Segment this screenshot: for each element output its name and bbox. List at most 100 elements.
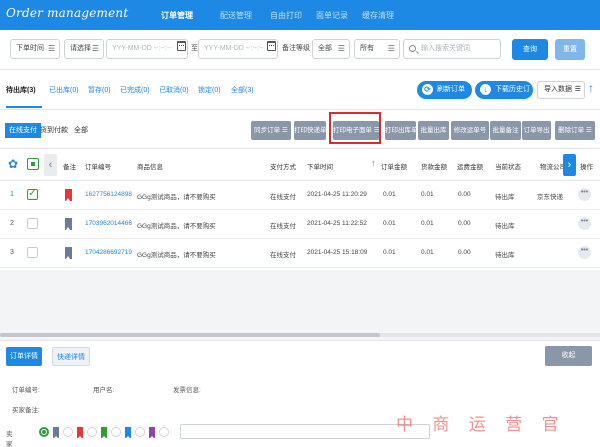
search-input[interactable]: 输入搜索关键词 <box>403 39 501 59</box>
row-checkbox[interactable]: ✓ <box>27 189 38 200</box>
menu-icon: ☰ <box>337 44 345 53</box>
start-date-input[interactable]: YYY-MM-DD --:--:-- <box>106 39 188 59</box>
calendar-icon[interactable] <box>267 41 276 51</box>
tab-completed[interactable]: 已完成(0) <box>120 85 150 95</box>
nav-tab-cache-clear[interactable]: 缓存清理 <box>362 10 394 21</box>
current-status: 待出库 <box>495 194 515 201</box>
flag-icon[interactable] <box>65 218 72 230</box>
product-info: GGg测试商品，请不要购买 <box>137 194 216 201</box>
time-type-select-label: 请选择 <box>70 45 91 52</box>
table-row[interactable]: 3 1704286692719 GGg测试商品，请不要购买 在线支付 2021-… <box>0 239 600 268</box>
export-orders-button[interactable]: 订单导出 <box>522 121 551 140</box>
col-goods-amount: 货款金额 <box>421 164 447 171</box>
orders-table: ✿ ‹ 备注 订单编号 商品信息 支付方式 下单时间 ↑ 订单金额 货款金额 运… <box>0 148 600 270</box>
import-data-select[interactable]: 导入数据 ☰ <box>537 81 585 99</box>
scrollbar-thumb[interactable] <box>0 333 380 337</box>
end-date-input[interactable]: YYY-MM-DD --:--:-- <box>198 39 278 59</box>
collapse-button[interactable]: 收起 <box>545 346 592 366</box>
tab-courier-detail[interactable]: 快递详情 <box>52 347 90 366</box>
more-icon[interactable]: ••• <box>578 188 591 201</box>
more-icon[interactable]: ••• <box>578 217 591 230</box>
app-brand: Order management <box>6 6 129 20</box>
order-number-link[interactable]: 1627756124898 <box>85 191 132 198</box>
tab-online-payment[interactable]: 在线支付 <box>5 123 41 138</box>
menu-icon: ☰ <box>574 86 581 93</box>
order-number-link[interactable]: 1703962014466 <box>85 220 132 227</box>
order-time-select-label: 下单时间 <box>16 45 44 52</box>
tab-on-hold[interactable]: 暂存(0) <box>88 85 111 95</box>
reset-button[interactable]: 重置 <box>555 39 585 60</box>
tab-order-detail[interactable]: 订单详情 <box>6 347 42 366</box>
batch-remark-button[interactable]: 批量备注 <box>490 121 521 140</box>
refresh-orders-button[interactable]: ⟳ 刷新订单 <box>417 81 472 99</box>
row-checkbox[interactable] <box>27 218 38 229</box>
search-icon <box>409 45 416 52</box>
download-history-label: 下载历史订单 <box>495 86 530 111</box>
flag-radio-blue[interactable] <box>111 427 121 437</box>
scroll-right-button[interactable]: › <box>563 154 576 176</box>
payment-method: 在线支付 <box>270 252 296 259</box>
flag-icon[interactable] <box>65 189 72 201</box>
tab-cancelled[interactable]: 已取消(0) <box>159 85 189 95</box>
gear-icon[interactable]: ✿ <box>8 158 20 170</box>
sort-arrow-icon[interactable]: ↑ <box>371 158 376 168</box>
flag-radio-green[interactable] <box>87 427 97 437</box>
flag-radio-red[interactable] <box>63 427 73 437</box>
remark-level-select[interactable]: 全部 ☰ <box>312 39 350 59</box>
calendar-icon[interactable] <box>177 41 186 51</box>
remark-level-label: 备注等级 <box>282 45 310 52</box>
row-number: 1 <box>10 191 14 198</box>
col-payment-method: 支付方式 <box>270 164 296 171</box>
horizontal-scrollbar[interactable] <box>0 333 600 337</box>
order-number-link[interactable]: 1704286692719 <box>85 249 132 256</box>
order-time: 2021-04-25 15:18:09 <box>307 249 368 256</box>
current-status: 待出库 <box>495 223 515 230</box>
seller-memo-input[interactable] <box>180 424 430 439</box>
order-amount: 0.01 <box>383 249 396 256</box>
flag-icon[interactable] <box>65 247 72 259</box>
query-button[interactable]: 查询 <box>512 39 548 60</box>
flag-icon <box>53 427 59 438</box>
delete-orders-button[interactable]: 删除订单 ☰ <box>555 121 595 140</box>
batch-outbound-button[interactable]: 批量出库 <box>418 121 449 140</box>
sync-orders-button[interactable]: 同步订单 ☰ <box>251 121 291 140</box>
col-order-number: 订单编号 <box>85 164 111 171</box>
order-time: 2021-04-25 11:20:29 <box>307 191 367 198</box>
download-history-button[interactable]: ↓ 下载历史订单 <box>475 81 533 111</box>
row-number: 3 <box>10 249 14 256</box>
shipping-fee: 0.00 <box>458 249 471 256</box>
nav-tab-waybill-records[interactable]: 面单记录 <box>316 10 348 21</box>
order-time: 2021-04-25 11:22:52 <box>307 220 367 227</box>
row-checkbox[interactable] <box>27 247 38 258</box>
time-type-select[interactable]: 请选择 ☰ <box>64 39 104 59</box>
scroll-left-button[interactable]: ‹ <box>44 154 57 176</box>
watermark-text: 中 商 运 营 官 <box>396 415 566 435</box>
buyer-memo-label: 买家备注: <box>12 407 40 414</box>
edit-waybill-number-button[interactable]: 修改运单号 <box>451 121 489 140</box>
nav-tab-free-print[interactable]: 自由打印 <box>270 10 302 21</box>
nav-tab-delivery-management[interactable]: 配送管理 <box>220 10 252 21</box>
order-number-label: 订单编号: <box>12 387 40 394</box>
product-info: GGg测试商品，请不要购买 <box>137 223 216 230</box>
row-number: 2 <box>10 220 14 227</box>
tab-payment-all[interactable]: 全部 <box>74 123 88 138</box>
tab-shipped[interactable]: 已出库(0) <box>49 85 79 95</box>
table-row[interactable]: 1 ✓ 1627756124898 GGg测试商品，请不要购买 在线支付 202… <box>0 181 600 210</box>
more-icon[interactable]: ••• <box>578 246 591 259</box>
tab-all[interactable]: 全部(3) <box>231 85 254 95</box>
arrow-up-icon[interactable]: ↑ <box>588 81 594 95</box>
tab-locked[interactable]: 锁定(0) <box>198 85 221 95</box>
table-row[interactable]: 2 1703962014466 GGg测试商品，请不要购买 在线支付 2021-… <box>0 210 600 239</box>
all-filter-select[interactable]: 所有 ☰ <box>354 39 400 59</box>
flag-radio-none[interactable] <box>39 427 49 437</box>
select-all-checkbox[interactable] <box>27 158 39 170</box>
flag-radio-extra[interactable] <box>159 427 169 437</box>
tab-pending-outbound[interactable]: 待出库(3) <box>6 85 36 95</box>
print-outbound-slip-button[interactable]: 打印出库单 <box>385 121 418 140</box>
nav-tab-order-management[interactable]: 订单管理 <box>161 10 193 21</box>
order-time-select[interactable]: 下单时间 ☰ <box>10 39 60 59</box>
flag-radio-purple[interactable] <box>135 427 145 437</box>
download-icon: ↓ <box>480 84 491 95</box>
print-courier-slip-button[interactable]: 打印快递单 <box>294 121 327 140</box>
tab-cash-on-delivery[interactable]: 货到付款 <box>40 123 68 138</box>
